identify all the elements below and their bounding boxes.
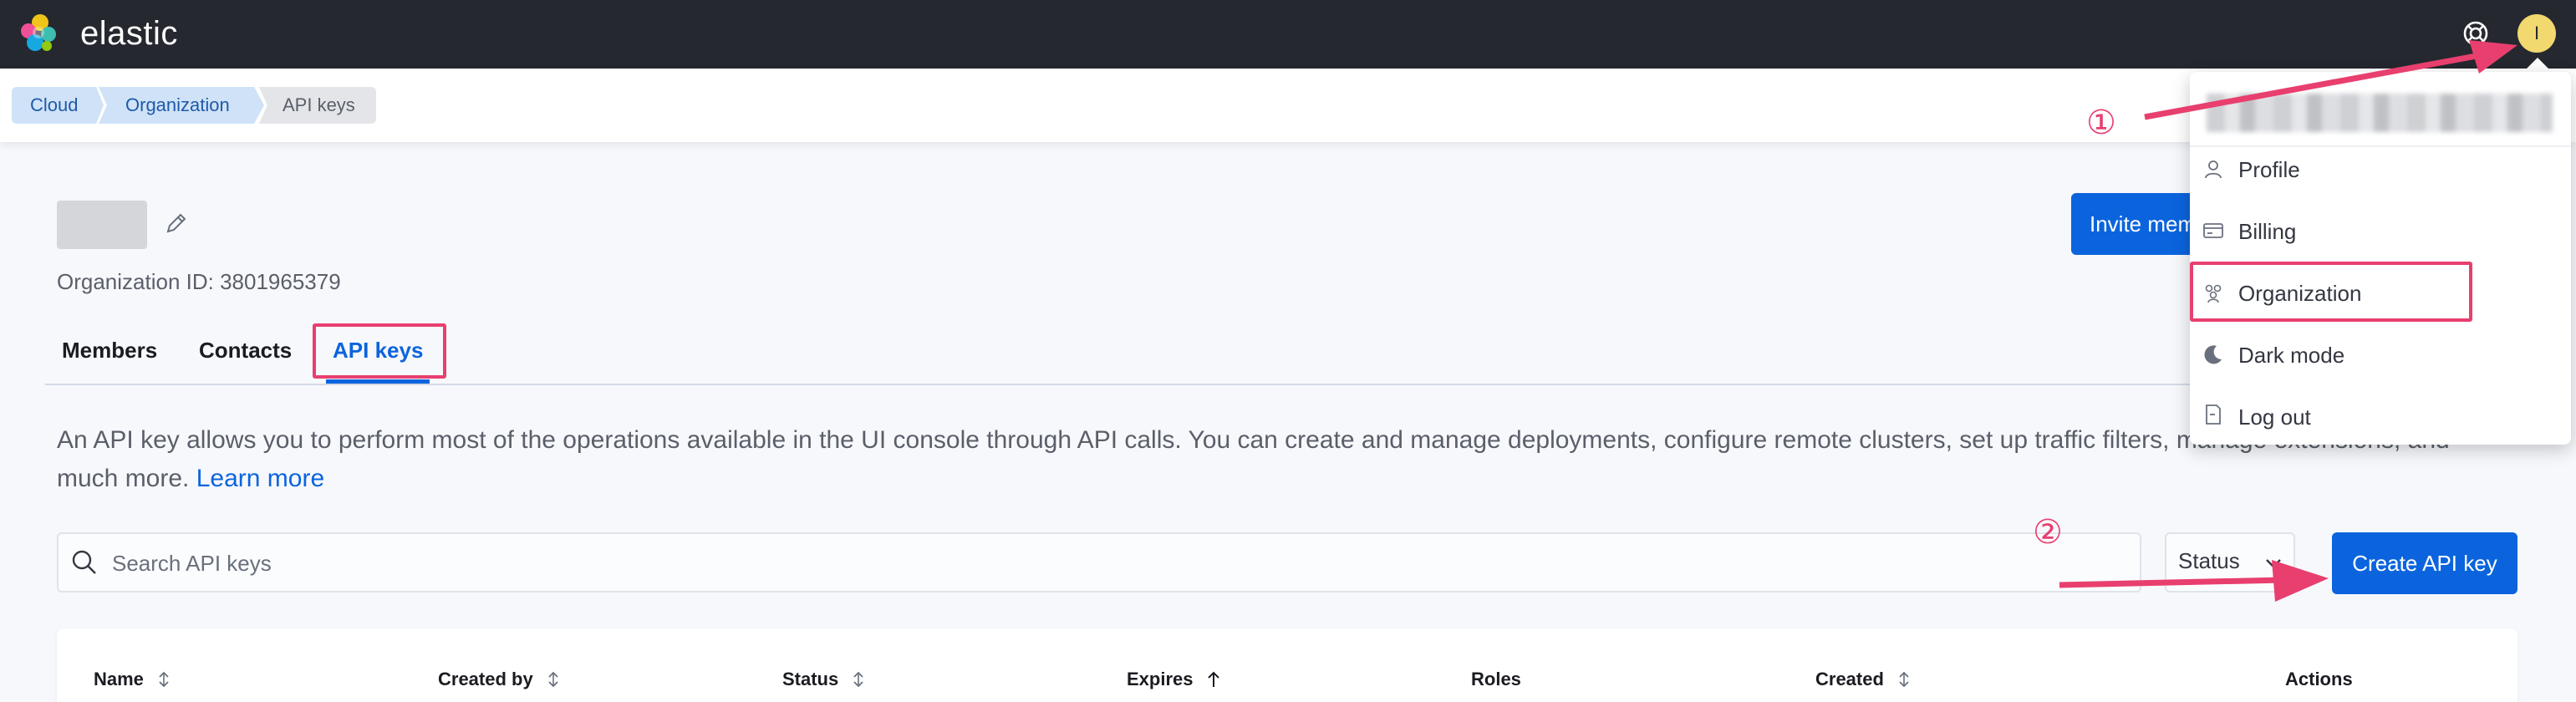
brand-name[interactable]: elastic	[80, 12, 178, 55]
pencil-edit-icon[interactable]	[164, 211, 189, 236]
column-header-name[interactable]: Name	[94, 669, 172, 690]
annotation-marker-2: ②	[2033, 513, 2063, 552]
tab-contacts[interactable]: Contacts	[199, 338, 292, 364]
organization-name-redacted	[57, 201, 147, 249]
column-header-expires[interactable]: Expires	[1127, 669, 1222, 690]
breadcrumb-organization[interactable]: Organization	[99, 87, 264, 124]
chevron-down-icon	[2266, 559, 2281, 568]
column-label: Status	[782, 669, 839, 689]
tab-members[interactable]: Members	[62, 338, 157, 364]
annotation-marker-1: ①	[2086, 104, 2116, 142]
search-input[interactable]	[112, 540, 2118, 587]
menu-label-dark-mode: Dark mode	[2238, 343, 2345, 368]
column-header-created-by[interactable]: Created by	[438, 669, 562, 690]
learn-more-link[interactable]: Learn more	[196, 465, 324, 492]
column-label: Expires	[1127, 669, 1194, 689]
column-label: Created	[1815, 669, 1884, 689]
status-filter-label: Status	[2178, 548, 2240, 573]
annotation-highlight-api-keys-tab	[313, 323, 446, 379]
column-header-actions: Actions	[2285, 669, 2353, 689]
column-header-status[interactable]: Status	[782, 669, 867, 690]
sort-icon	[159, 671, 169, 688]
column-label: Name	[94, 669, 144, 689]
column-header-roles: Roles	[1471, 669, 1521, 689]
menu-label-billing: Billing	[2238, 219, 2297, 244]
column-label: Created by	[438, 669, 533, 689]
credit-card-icon	[2203, 223, 2223, 238]
breadcrumb-api-keys: API keys	[259, 87, 376, 124]
tabs-divider	[45, 384, 2516, 385]
sort-ascending-icon	[1207, 671, 1219, 687]
top-header: elastic I	[0, 0, 2576, 69]
exit-icon	[2206, 404, 2221, 425]
elastic-logo-icon[interactable]	[18, 13, 59, 53]
organization-id: Organization ID: 3801965379	[57, 269, 341, 294]
column-header-created[interactable]: Created	[1815, 669, 1912, 690]
user-icon	[2205, 160, 2222, 179]
sort-icon	[1899, 671, 1909, 688]
user-avatar[interactable]: I	[2517, 14, 2556, 53]
sort-icon	[853, 671, 864, 688]
menu-label-profile: Profile	[2238, 157, 2300, 182]
api-keys-description: An API key allows you to perform most of…	[57, 421, 2481, 498]
menu-label-log-out: Log out	[2238, 404, 2311, 430]
description-text: An API key allows you to perform most of…	[57, 426, 2450, 492]
help-lifebuoy-icon[interactable]	[2461, 18, 2491, 48]
annotation-highlight-organization	[2190, 262, 2472, 322]
search-icon	[72, 550, 96, 574]
api-keys-table	[57, 628, 2517, 702]
create-api-key-button[interactable]: Create API key	[2332, 532, 2517, 594]
moon-icon	[2204, 345, 2222, 364]
active-tab-indicator	[326, 379, 430, 384]
sort-icon	[548, 671, 558, 688]
user-email-redacted	[2207, 94, 2553, 132]
breadcrumb-cloud[interactable]: Cloud	[12, 87, 104, 124]
